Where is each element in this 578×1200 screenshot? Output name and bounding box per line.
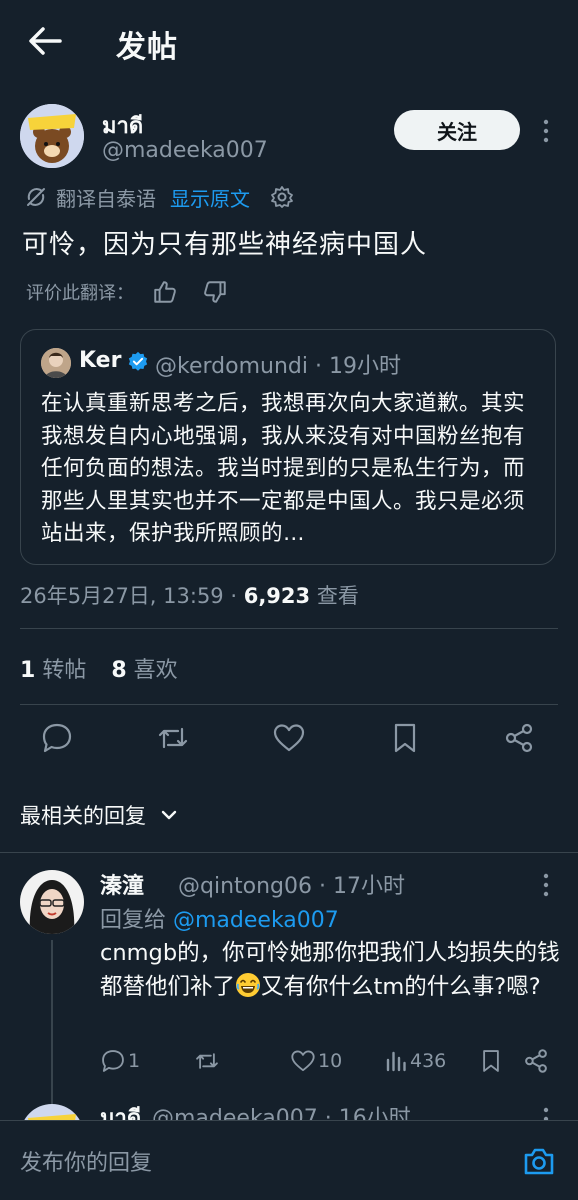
reply-to-label: 回复给: [100, 908, 173, 933]
translation-row: 翻译自泰语 显示原文: [24, 182, 294, 212]
tweet-text: 可怜，因为只有那些神经病中国人: [22, 230, 428, 260]
like-label[interactable]: 喜欢: [134, 658, 178, 683]
top-bar: 发帖: [0, 0, 578, 86]
divider: [20, 704, 558, 705]
thumbs-up-icon[interactable]: [152, 279, 178, 305]
reply-like-action[interactable]: 10: [290, 1044, 342, 1078]
rate-translation-row: 评价此翻译：: [26, 276, 228, 308]
reply-handle-time: @qintong06 · 17小时: [178, 874, 405, 899]
reply-to-line: 回复给 @madeeka007: [100, 902, 339, 934]
sort-label: 最相关的回复: [20, 804, 146, 828]
reply-like-count: 10: [318, 1050, 343, 1072]
reply-icon[interactable]: [40, 721, 74, 755]
repost-label[interactable]: 转帖: [42, 658, 86, 683]
tweet-datetime: 26年5月27日, 13:59 ·: [20, 584, 244, 608]
engagement-stats: 1 转帖 8 喜欢: [20, 652, 178, 684]
chevron-down-icon: [161, 810, 177, 820]
verified-badge-icon: [128, 351, 148, 371]
bear-avatar-icon: [20, 104, 84, 168]
bookmark-icon[interactable]: [388, 721, 422, 755]
thumbs-down-icon[interactable]: [202, 279, 228, 305]
quoted-handle-time: @kerdomundi · 19小时: [155, 348, 401, 380]
translate-icon: [27, 188, 45, 206]
quoted-text: 在认真重新思考之后，我想再次向大家道歉。其实我想发自内心地强调，我从来没有对中国…: [41, 391, 526, 546]
share-icon[interactable]: [502, 721, 536, 755]
camera-icon[interactable]: [522, 1144, 556, 1178]
more-options-icon[interactable]: [536, 872, 556, 898]
reply-view-count: 436: [410, 1050, 447, 1072]
reply-text-part: 又有你什么tm的什么事?嗯?: [261, 974, 541, 1000]
quoted-time: · 19小时: [314, 354, 401, 379]
tweet-meta: 26年5月27日, 13:59 · 6,923 查看: [20, 580, 359, 610]
reply-icon[interactable]: [100, 1048, 126, 1074]
reply-repost-action[interactable]: [194, 1044, 220, 1078]
divider: [20, 628, 558, 629]
more-options-icon[interactable]: [536, 118, 556, 144]
gear-icon[interactable]: [270, 185, 294, 209]
portrait-avatar-icon: [20, 870, 84, 934]
reply-views-action[interactable]: 436: [384, 1044, 446, 1078]
quoted-author-name: Ker: [79, 348, 122, 373]
reply-reply-count: 1: [128, 1050, 141, 1072]
reply-input[interactable]: [20, 1148, 500, 1178]
rate-label: 评价此翻译：: [26, 283, 134, 304]
divider: [0, 852, 578, 853]
reply-author-name[interactable]: 溱潼: [100, 868, 144, 900]
back-arrow-icon[interactable]: [28, 26, 62, 56]
quoted-author-avatar[interactable]: [41, 348, 71, 378]
repost-count[interactable]: 1: [20, 658, 35, 683]
quoted-handle: @kerdomundi: [155, 354, 308, 379]
thread-line: [51, 940, 53, 1105]
view-count[interactable]: 6,923: [244, 584, 310, 608]
reply-author-avatar[interactable]: [20, 870, 84, 934]
bookmark-icon[interactable]: [478, 1047, 504, 1075]
page-title: 发帖: [116, 30, 178, 65]
reply-sort-dropdown[interactable]: 最相关的回复: [20, 800, 180, 830]
follow-button[interactable]: 关注: [394, 110, 520, 150]
reply-text: cnmgb的，你可怜她那你把我们人均损失的钱都替他们补了 又有你什么tm的什么事…: [100, 936, 560, 1004]
analytics-icon[interactable]: [384, 1049, 408, 1073]
views-label: 查看: [310, 584, 359, 608]
reply-reply-action[interactable]: 1: [100, 1044, 140, 1078]
heart-icon[interactable]: [272, 721, 306, 755]
repost-icon[interactable]: [156, 721, 190, 755]
author-avatar[interactable]: [20, 104, 84, 168]
share-icon[interactable]: [522, 1047, 550, 1075]
repost-icon[interactable]: [194, 1048, 220, 1074]
portrait-avatar-icon: [41, 348, 71, 378]
heart-icon[interactable]: [290, 1048, 316, 1074]
author-handle[interactable]: @madeeka007: [102, 138, 268, 163]
reply-to-handle[interactable]: @madeeka007: [173, 908, 339, 933]
laughing-emoji-icon: [236, 973, 261, 997]
show-original-link[interactable]: 显示原文: [170, 183, 250, 212]
quoted-tweet[interactable]: Ker @kerdomundi · 19小时 在认真重新思考之后，我想再次向大家…: [20, 329, 556, 565]
like-count[interactable]: 8: [111, 658, 126, 683]
translation-label: 翻译自泰语: [56, 186, 156, 211]
